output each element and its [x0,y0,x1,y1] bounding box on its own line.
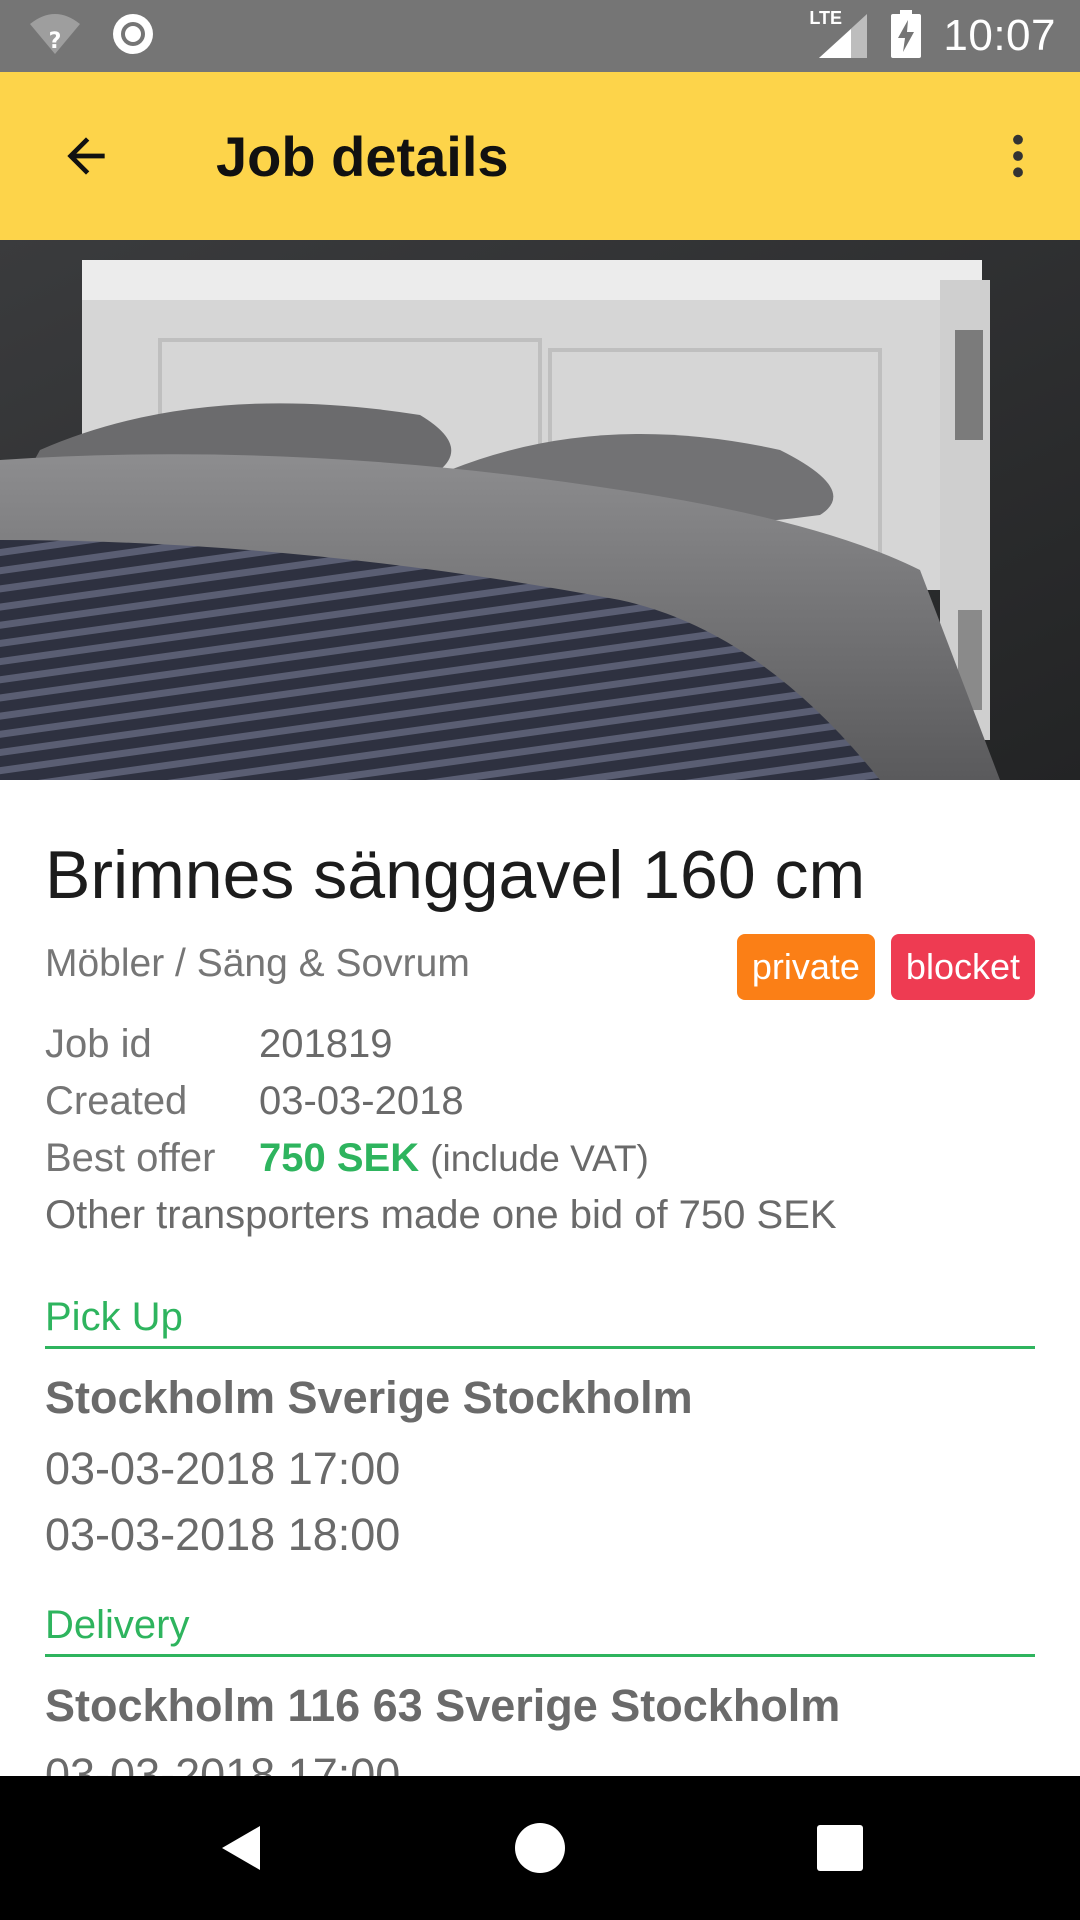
status-left: ? [28,12,156,60]
job-id-row: Job id 201819 [45,1022,392,1067]
delivery-section-title: Delivery [45,1603,1035,1657]
pickup-time-to: 03-03-2018 18:00 [45,1509,401,1560]
created-label: Created [45,1079,188,1123]
sync-circle-icon [110,11,156,62]
back-button[interactable] [48,118,124,194]
job-category: Möbler / Säng & Sovrum [45,942,470,985]
status-bar: ? LTE 10:07 [0,0,1080,72]
best-offer-row: Best offer 750 SEK (include VAT) [45,1136,649,1181]
overflow-menu-button[interactable] [980,118,1056,194]
pickup-address: Stockholm Sverige Stockholm [45,1372,693,1423]
wifi-question-icon: ? [28,10,82,63]
job-title: Brimnes sänggavel 160 cm [45,837,866,913]
nav-home-icon [515,1823,565,1873]
nav-back-button[interactable] [204,1812,276,1884]
job-id-value: 201819 [259,1022,393,1066]
status-clock: 10:07 [943,11,1056,60]
bids-note: Other transporters made one bid of 750 S… [45,1193,837,1237]
nav-recents-button[interactable] [804,1812,876,1884]
best-offer-label: Best offer [45,1136,216,1180]
job-image[interactable] [0,240,1080,780]
delivery-address: Stockholm 116 63 Sverige Stockholm [45,1680,841,1731]
badge-group: private blocket [736,934,1035,1000]
signal-icon: LTE [809,8,869,60]
svg-text:?: ? [49,29,62,54]
pickup-section-title: Pick Up [45,1295,1035,1349]
nav-home-button[interactable] [504,1812,576,1884]
status-right: LTE 10:07 [809,0,1056,72]
more-vert-icon [1013,134,1023,178]
blocket-badge: blocket [890,934,1035,1000]
job-id-label: Job id [45,1022,152,1066]
created-value: 03-03-2018 [259,1079,464,1123]
system-nav-bar [0,1776,1080,1920]
nav-recents-icon [817,1825,863,1871]
battery-charging-icon [891,9,922,63]
created-row: Created 03-03-2018 [45,1079,464,1124]
network-type-label: LTE [809,8,843,28]
vat-note: (include VAT) [430,1138,649,1179]
private-badge: private [736,934,875,1000]
app-bar: Job details [0,72,1080,240]
nav-back-icon [222,1826,260,1870]
best-offer-amount: 750 SEK [259,1136,420,1180]
page-title: Job details [216,125,509,188]
pickup-time-from: 03-03-2018 17:00 [45,1443,401,1494]
arrow-left-icon [67,137,105,175]
